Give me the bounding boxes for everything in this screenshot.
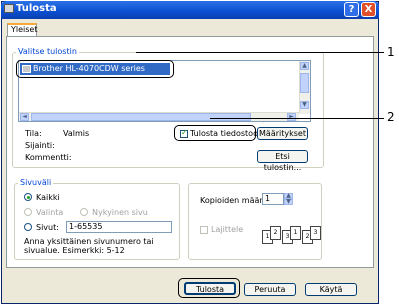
collate-page-icon: 1 <box>290 226 301 240</box>
scroll-left-icon[interactable]: ◄ <box>20 113 29 121</box>
copies-label: Kopioiden määrä: <box>200 196 271 205</box>
cancel-button[interactable]: Peruuta <box>244 283 296 296</box>
window-title: Tulosta <box>16 3 57 14</box>
callout-box-print <box>178 278 240 298</box>
horizontal-scrollbar[interactable]: ◄ ► <box>19 112 299 121</box>
collate-label[interactable]: Lajittele <box>211 225 243 234</box>
scroll-h-thumb[interactable] <box>31 113 251 121</box>
scroll-down-icon[interactable]: ▼ <box>300 101 309 109</box>
location-label: Sijainti: <box>25 141 55 150</box>
copies-group <box>188 183 322 260</box>
pages-input[interactable]: 1-65535 <box>66 221 172 233</box>
title-bar <box>1 1 379 19</box>
scroll-right-icon[interactable]: ► <box>287 113 296 121</box>
stepper-down-icon[interactable]: ▼ <box>284 199 293 205</box>
callout-box-2 <box>174 125 256 141</box>
apply-button[interactable]: Käytä <box>305 283 357 296</box>
comment-label: Kommentti: <box>25 153 72 162</box>
radio-current-page-label[interactable]: Nykyinen sivu <box>92 208 148 217</box>
scroll-up-icon[interactable]: ▲ <box>300 62 309 70</box>
callout-line-1 <box>136 52 384 53</box>
status-value: Valmis <box>63 129 90 138</box>
radio-all[interactable] <box>24 193 32 201</box>
callout-number-1: 1 <box>387 45 395 59</box>
radio-all-label[interactable]: Kaikki <box>36 193 60 202</box>
collate-checkbox[interactable] <box>200 226 208 234</box>
find-printer-button[interactable]: Etsi tulostin... <box>257 150 308 172</box>
preferences-button[interactable]: Määritykset <box>257 127 308 140</box>
radio-pages[interactable] <box>24 223 32 231</box>
collate-page-icon: 3 <box>310 226 321 240</box>
status-label: Tila: <box>25 129 42 138</box>
printer-group-legend: Valitse tulostin <box>16 47 79 56</box>
callout-box-1 <box>16 60 174 78</box>
callout-number-2: 2 <box>387 110 395 124</box>
collate-page-icon: 2 <box>270 226 281 240</box>
tab-general[interactable]: Yleiset <box>7 23 37 36</box>
radio-pages-label[interactable]: Sivut: <box>36 223 59 232</box>
radio-selection-label[interactable]: Valinta <box>36 208 63 217</box>
radio-selection[interactable] <box>24 208 32 216</box>
radio-current-page[interactable] <box>80 208 88 216</box>
vertical-scrollbar[interactable]: ▲ ▼ <box>299 61 310 114</box>
page-range-legend: Sivuväli <box>18 178 54 187</box>
printer-icon <box>4 4 14 13</box>
copies-stepper[interactable]: ▲ ▼ <box>284 193 293 205</box>
callout-line-2 <box>210 118 384 119</box>
copies-input[interactable]: 1 <box>262 193 284 205</box>
close-button[interactable]: X <box>361 2 376 17</box>
help-button[interactable]: ? <box>344 2 359 17</box>
scroll-thumb[interactable] <box>300 73 309 93</box>
page-range-hint: Anna yksittäinen sivunumero tai sivualue… <box>24 237 154 255</box>
